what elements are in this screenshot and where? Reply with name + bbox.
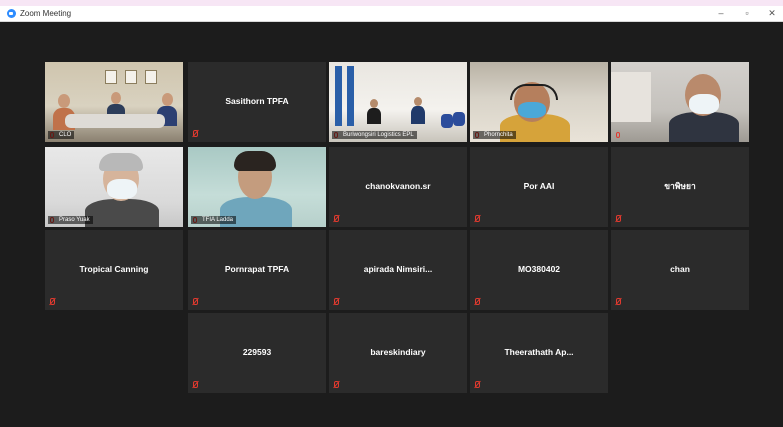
participant-tile[interactable]: Sasithorn TPFA (188, 62, 326, 142)
participant-tile[interactable] (611, 62, 749, 142)
video-feed (45, 62, 183, 142)
participant-name: bareskindiary (370, 347, 426, 357)
participant-label: Praso Yuak (48, 216, 93, 224)
participant-name: ขาพิษยา (664, 181, 696, 191)
participant-name: Sasithorn TPFA (225, 96, 289, 106)
participant-tile[interactable]: Phornchita (470, 62, 608, 142)
participant-name: 229593 (242, 347, 272, 357)
mic-muted-icon (192, 130, 198, 138)
minimize-button[interactable]: – (713, 7, 729, 20)
title-bar: Zoom Meeting – ▫ ✕ (0, 6, 783, 22)
participant-tile[interactable]: 229593 (188, 313, 326, 393)
participant-tile[interactable]: apirada Nimsiri... (329, 230, 467, 310)
mic-muted-icon (333, 381, 339, 389)
zoom-window: Zoom Meeting – ▫ ✕ CLO Sasithorn TPFA Bu… (0, 6, 783, 427)
participant-name: Pornrapat TPFA (224, 264, 290, 274)
mic-muted-icon (474, 215, 480, 223)
participant-name: MO380402 (517, 264, 561, 274)
mic-muted-icon (49, 298, 55, 306)
mic-muted-icon (474, 381, 480, 389)
participant-tile[interactable]: Pornrapat TPFA (188, 230, 326, 310)
participant-tile[interactable]: Por AAI (470, 147, 608, 227)
mic-muted-icon (333, 215, 339, 223)
participant-tile[interactable]: chan (611, 230, 749, 310)
participant-tile[interactable]: bareskindiary (329, 313, 467, 393)
participant-tile[interactable]: Theerathath Ap... (470, 313, 608, 393)
video-feed (329, 62, 467, 142)
video-feed (470, 62, 608, 142)
participant-tile-clo[interactable]: CLO (45, 62, 183, 142)
window-title: Zoom Meeting (20, 9, 72, 18)
participant-name: Por AAI (523, 181, 555, 191)
video-feed (45, 147, 183, 227)
participant-name: Tropical Canning (79, 264, 149, 274)
participant-tile[interactable]: chanokvanon.sr (329, 147, 467, 227)
participant-label: TFIA Ladda (191, 216, 237, 224)
participant-name: Theerathath Ap... (504, 347, 574, 357)
mic-muted-icon (192, 298, 198, 306)
participant-tile[interactable]: Praso Yuak (45, 147, 183, 227)
gallery-view: CLO Sasithorn TPFA Buriwongsiri Logistic… (0, 22, 783, 427)
participant-label: CLO (48, 131, 75, 139)
mic-muted-icon (333, 298, 339, 306)
participant-tile[interactable]: Tropical Canning (45, 230, 183, 310)
video-feed (611, 62, 749, 142)
participant-label: Phornchita (473, 131, 516, 139)
mic-muted-icon (474, 298, 480, 306)
video-feed (188, 147, 326, 227)
participant-tile[interactable]: ขาพิษยา (611, 147, 749, 227)
mic-muted-icon (615, 132, 620, 139)
participant-name: chan (670, 264, 690, 274)
maximize-button[interactable]: ▫ (739, 7, 755, 20)
participant-name: chanokvanon.sr (365, 181, 431, 191)
participant-tile[interactable]: Buriwongsiri Logistics EPL (329, 62, 467, 142)
participant-tile[interactable]: TFIA Ladda (188, 147, 326, 227)
participant-tile[interactable]: MO380402 (470, 230, 608, 310)
mic-muted-icon (615, 298, 621, 306)
zoom-logo-icon (7, 9, 16, 18)
participant-label: Buriwongsiri Logistics EPL (332, 131, 417, 139)
mic-muted-icon (192, 381, 198, 389)
mic-muted-icon (615, 215, 621, 223)
participant-name: apirada Nimsiri... (363, 264, 433, 274)
close-button[interactable]: ✕ (764, 7, 780, 20)
